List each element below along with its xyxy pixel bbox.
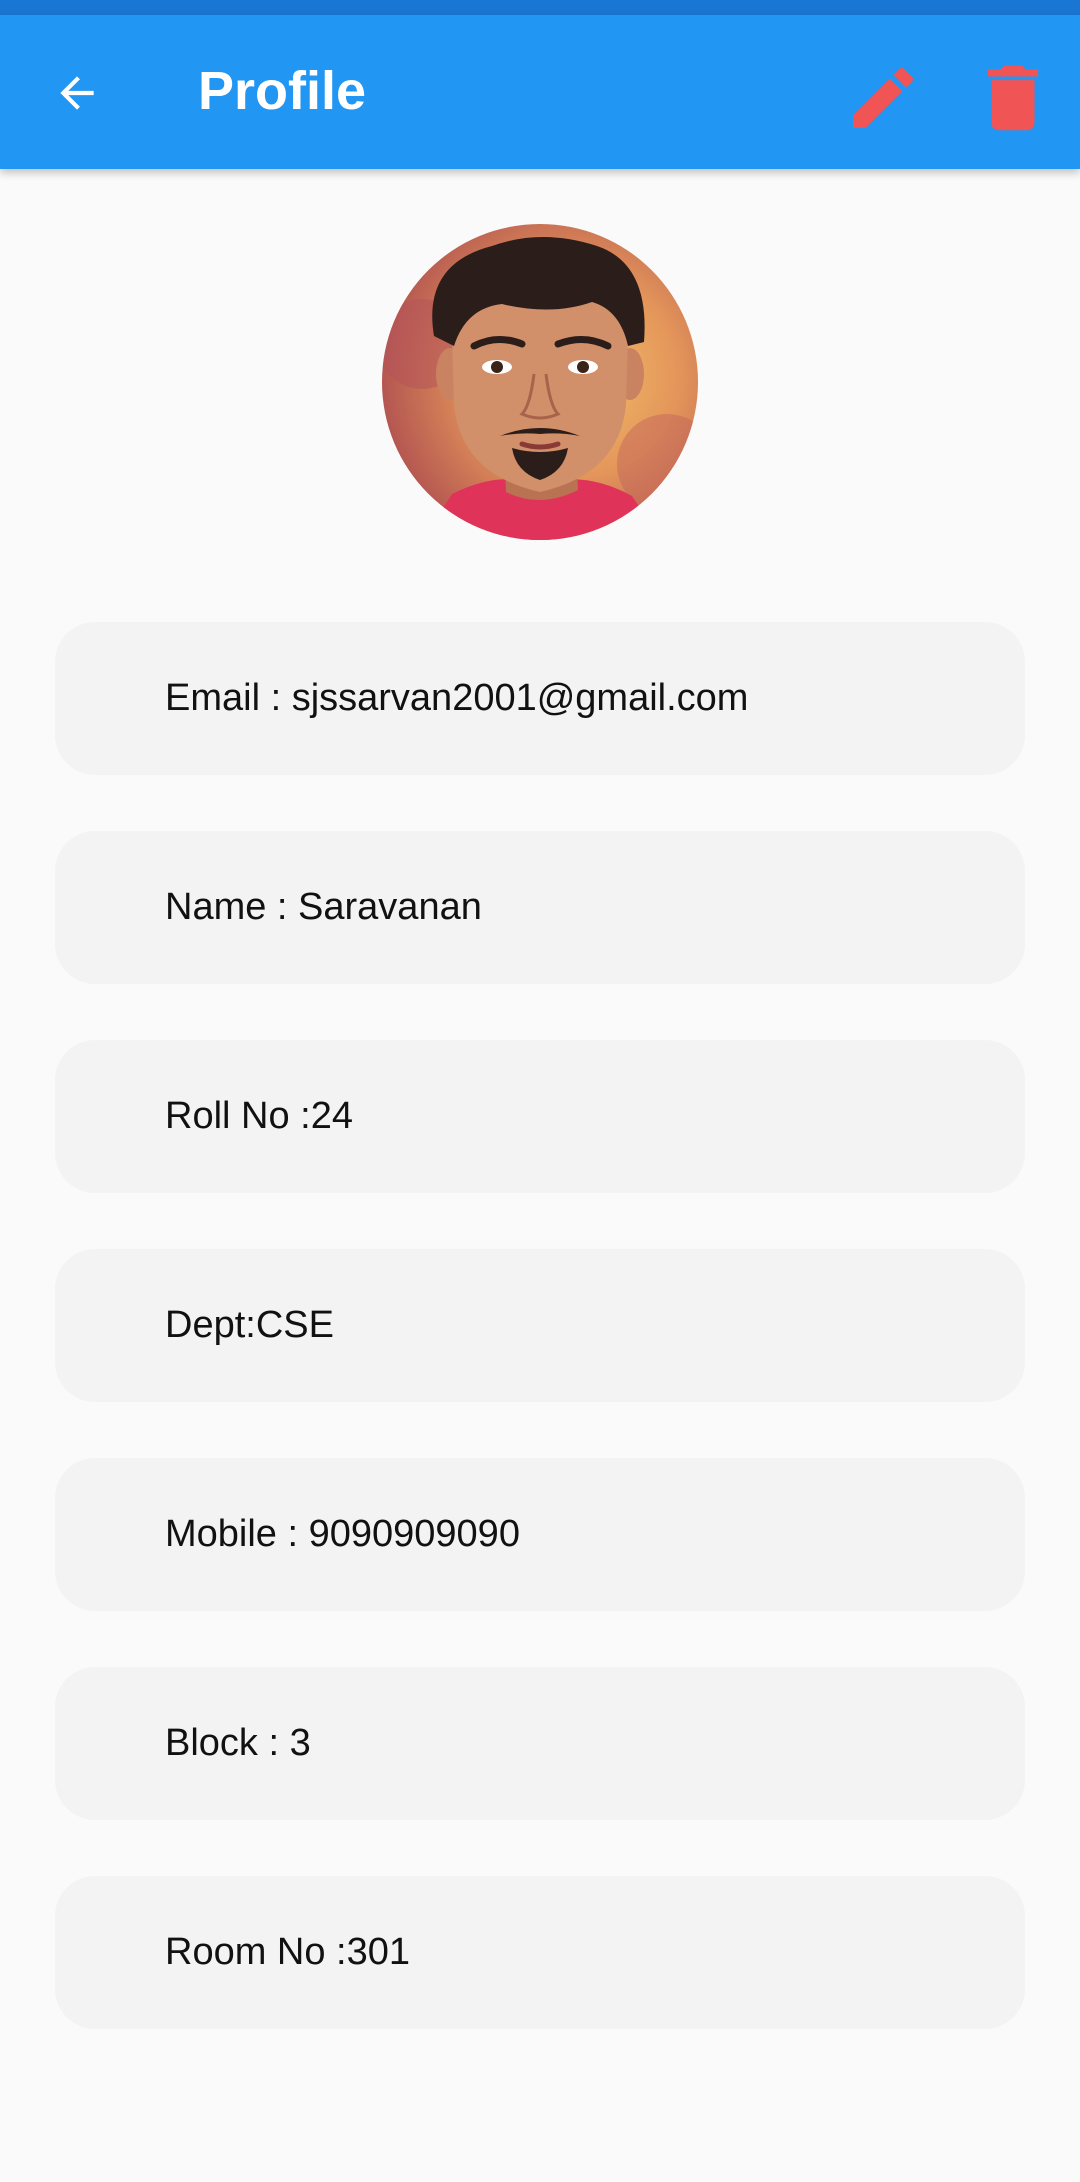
status-bar (0, 0, 1080, 15)
pencil-icon (853, 67, 914, 128)
mobile-card: Mobile : 9090909090 (55, 1458, 1025, 1611)
email-card: Email : sjssarvan2001@gmail.com (55, 622, 1025, 775)
email-text: Email : sjssarvan2001@gmail.com (165, 677, 749, 719)
name-text: Name : Saravanan (165, 886, 482, 928)
dept-text: Dept:CSE (165, 1304, 334, 1346)
trash-icon (987, 65, 1039, 131)
block-text: Block : 3 (165, 1722, 311, 1764)
avatar-image (382, 224, 698, 540)
delete-button[interactable] (970, 55, 1056, 141)
page-title: Profile (198, 61, 367, 121)
app-bar: Profile (0, 15, 1080, 169)
roll-no-text: Roll No :24 (165, 1095, 353, 1137)
roll-no-card: Roll No :24 (55, 1040, 1025, 1193)
avatar (382, 224, 698, 540)
dept-card: Dept:CSE (55, 1249, 1025, 1402)
edit-button[interactable] (840, 55, 926, 141)
block-card: Block : 3 (55, 1667, 1025, 1820)
name-card: Name : Saravanan (55, 831, 1025, 984)
arrow-back-icon (60, 76, 94, 110)
room-no-card: Room No :301 (55, 1876, 1025, 2029)
room-no-text: Room No :301 (165, 1931, 411, 1973)
back-button[interactable] (40, 61, 114, 125)
mobile-text: Mobile : 9090909090 (165, 1513, 520, 1555)
